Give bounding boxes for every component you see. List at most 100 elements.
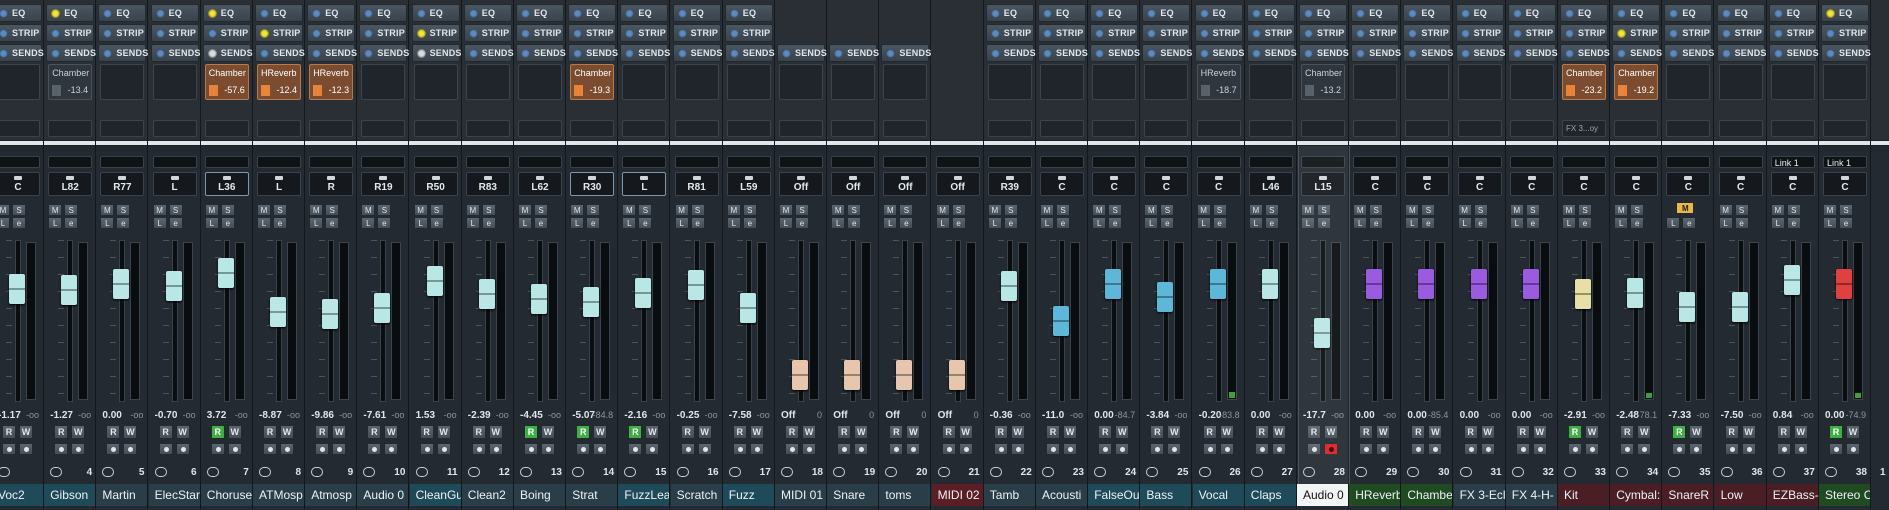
channel-name[interactable]: Claps bbox=[1244, 484, 1296, 506]
insert-slot[interactable] bbox=[779, 120, 823, 137]
power-led-icon[interactable] bbox=[1043, 8, 1052, 18]
write-automation-button[interactable]: W bbox=[175, 425, 190, 439]
volume-value[interactable]: 0.00 bbox=[1251, 410, 1270, 421]
eq-button[interactable]: EQ bbox=[1351, 4, 1400, 22]
volume-value[interactable]: -7.58 bbox=[729, 410, 752, 421]
eq-button[interactable]: EQ bbox=[411, 4, 460, 22]
monitor-button[interactable] bbox=[1568, 443, 1582, 455]
strip-button[interactable]: STRIP bbox=[307, 24, 356, 42]
insert-slot[interactable] bbox=[257, 120, 301, 137]
power-led-icon[interactable] bbox=[1826, 28, 1835, 38]
read-automation-button[interactable]: R bbox=[1046, 425, 1060, 439]
pan-control[interactable]: C bbox=[1823, 172, 1867, 196]
edit-button[interactable]: e bbox=[1578, 217, 1592, 229]
mute-button[interactable]: M bbox=[726, 204, 741, 216]
volume-fader[interactable] bbox=[374, 293, 391, 324]
edit-button[interactable]: e bbox=[1473, 217, 1488, 229]
edit-button[interactable]: e bbox=[12, 217, 26, 229]
listen-button[interactable]: L bbox=[361, 217, 376, 229]
eq-button[interactable]: EQ bbox=[1194, 4, 1243, 22]
peak-value[interactable]: -oo bbox=[1749, 410, 1762, 420]
monitor-button[interactable] bbox=[732, 443, 747, 455]
channel-name[interactable]: ATMosp bbox=[253, 484, 304, 506]
volume-fader[interactable] bbox=[1836, 268, 1852, 299]
channel-name[interactable]: SnareR bbox=[1662, 484, 1714, 506]
edit-button[interactable]: e bbox=[481, 217, 496, 229]
sends-button[interactable]: SENDS bbox=[672, 44, 722, 62]
power-led-icon[interactable] bbox=[782, 48, 791, 58]
listen-button[interactable]: L bbox=[1666, 217, 1681, 229]
input-routing-box[interactable] bbox=[1040, 156, 1084, 168]
listen-button[interactable]: L bbox=[674, 217, 689, 229]
edit-button[interactable]: e bbox=[168, 217, 183, 229]
power-led-icon[interactable] bbox=[364, 48, 374, 58]
peak-value[interactable]: -oo bbox=[1279, 410, 1292, 420]
empty-send-slot[interactable] bbox=[1770, 64, 1815, 100]
power-led-icon[interactable] bbox=[677, 48, 687, 58]
power-led-icon[interactable] bbox=[1199, 28, 1209, 38]
channel-name[interactable]: Cymbal: bbox=[1610, 484, 1662, 506]
input-routing-box[interactable] bbox=[987, 156, 1032, 168]
power-led-icon[interactable] bbox=[0, 48, 8, 58]
read-automation-button[interactable]: R bbox=[680, 425, 695, 439]
fader-track[interactable] bbox=[693, 240, 700, 402]
sends-button[interactable]: SENDS bbox=[1351, 44, 1401, 62]
strip-button[interactable]: STRIP bbox=[1455, 24, 1504, 42]
insert-slot[interactable] bbox=[987, 120, 1032, 137]
monitor-button[interactable] bbox=[993, 443, 1008, 455]
peak-value[interactable]: -oo bbox=[496, 410, 509, 420]
link-group-label[interactable]: Link 1 bbox=[1827, 158, 1851, 168]
mute-button[interactable]: M bbox=[257, 204, 271, 216]
input-routing-box[interactable] bbox=[1092, 156, 1137, 168]
power-led-icon[interactable] bbox=[1356, 28, 1366, 38]
insert-slot[interactable] bbox=[48, 120, 93, 137]
empty-send-slot[interactable] bbox=[1457, 64, 1502, 100]
monitor-button[interactable] bbox=[210, 443, 225, 455]
send-level-bar[interactable] bbox=[1618, 85, 1628, 96]
monitor-button[interactable] bbox=[1359, 443, 1374, 455]
power-led-icon[interactable] bbox=[1617, 8, 1627, 18]
solo-button[interactable]: S bbox=[534, 204, 548, 216]
write-automation-button[interactable]: W bbox=[802, 425, 816, 439]
volume-fader[interactable] bbox=[1627, 277, 1644, 308]
write-automation-button[interactable]: W bbox=[227, 425, 242, 439]
power-led-icon[interactable] bbox=[51, 28, 61, 38]
pan-control[interactable]: R50 bbox=[413, 172, 458, 196]
peak-value[interactable]: -74.9 bbox=[1845, 410, 1866, 420]
listen-button[interactable]: L bbox=[883, 217, 898, 229]
volume-fader[interactable] bbox=[1157, 281, 1174, 312]
channel-name[interactable]: MIDI 01 bbox=[775, 484, 826, 506]
monitor-button[interactable]: M bbox=[1676, 202, 1695, 214]
pan-control[interactable]: L82 bbox=[48, 172, 93, 196]
volume-value[interactable]: -2.16 bbox=[624, 410, 647, 421]
volume-value[interactable]: Off bbox=[938, 410, 952, 421]
empty-send-slot[interactable] bbox=[465, 64, 510, 100]
send-level-bar[interactable] bbox=[1200, 85, 1210, 96]
read-automation-button[interactable]: R bbox=[471, 425, 486, 439]
power-led-icon[interactable] bbox=[416, 28, 426, 38]
channel-name[interactable]: CleanGu bbox=[409, 484, 461, 506]
pan-control[interactable]: L bbox=[622, 172, 667, 196]
read-automation-button[interactable]: R bbox=[628, 425, 643, 439]
write-automation-button[interactable]: W bbox=[1637, 425, 1652, 439]
send-slot[interactable]: Chamber -57.6 bbox=[204, 64, 249, 100]
eq-button[interactable]: EQ bbox=[0, 4, 42, 22]
peak-value[interactable]: -oo bbox=[1018, 410, 1031, 420]
eq-button[interactable]: EQ bbox=[150, 4, 199, 22]
input-routing-box[interactable] bbox=[518, 156, 562, 168]
write-automation-button[interactable]: W bbox=[1585, 425, 1599, 439]
eq-button[interactable]: EQ bbox=[98, 4, 147, 22]
power-led-icon[interactable] bbox=[729, 48, 739, 58]
insert-slot[interactable] bbox=[1457, 120, 1502, 137]
power-led-icon[interactable] bbox=[416, 48, 426, 58]
channel-name[interactable]: Boing bbox=[514, 484, 565, 506]
peak-value[interactable]: -oo bbox=[235, 410, 248, 420]
strip-button[interactable]: STRIP bbox=[1299, 24, 1347, 42]
mute-button[interactable]: M bbox=[152, 204, 167, 216]
read-automation-button[interactable]: R bbox=[1515, 425, 1530, 439]
read-automation-button[interactable]: R bbox=[106, 425, 121, 439]
power-led-icon[interactable] bbox=[468, 48, 478, 58]
pan-control[interactable]: C bbox=[0, 172, 40, 196]
power-led-icon[interactable] bbox=[1199, 48, 1209, 58]
pan-control[interactable]: C bbox=[1144, 172, 1189, 196]
